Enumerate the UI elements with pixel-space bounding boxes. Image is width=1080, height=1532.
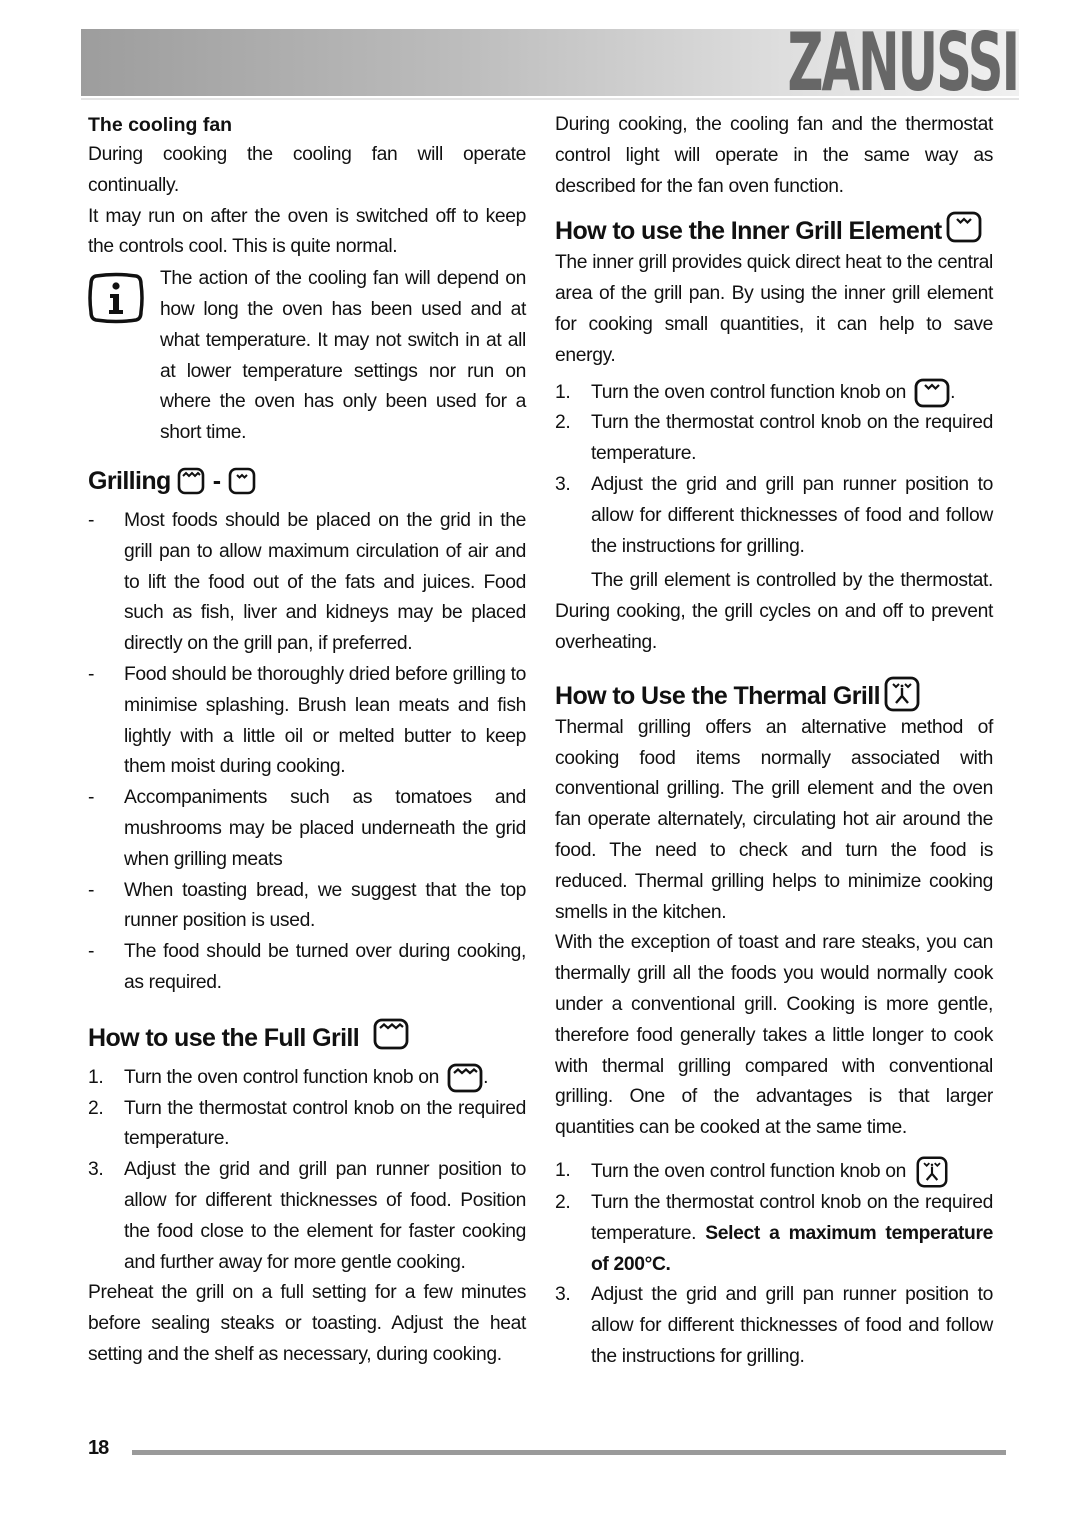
step-item: 2. Turn the thermostat control knob on th… xyxy=(555,412,993,465)
full-grill-title-text: How to use the Full Grill xyxy=(88,1023,360,1052)
step-item: 1. Turn the oven control function knob on… xyxy=(555,378,993,409)
inner-grill-title-text: How to use the Inner Grill Element xyxy=(555,217,942,246)
grilling-title-text: Grilling xyxy=(88,466,171,495)
inner-grill-icon xyxy=(228,467,256,495)
step-item: 3. Adjust the grid and grill pan runner p… xyxy=(555,1284,993,1367)
full-grill-steps: 1. Turn the oven control function knob on… xyxy=(88,1063,526,1279)
cooling-fan-paragraph: It may run on after the oven is switched… xyxy=(88,205,526,258)
list-item: - Accompaniments such as tomatoes and mus… xyxy=(88,787,526,870)
step-item: 3. Adjust the grid and grill pan runner p… xyxy=(88,1159,526,1273)
cooling-fan-section: The cooling fan During cooking the cooli… xyxy=(88,110,526,449)
inner-grill-title: How to use the Inner Grill Element xyxy=(555,211,993,248)
full-grill-icon xyxy=(373,1018,409,1050)
step-item: 2. Turn the thermostat control knob on th… xyxy=(555,1192,993,1275)
thermal-grill-steps: 1. Turn the oven control function knob on… xyxy=(555,1156,993,1373)
right-column: During cooking, the cooling fan and the … xyxy=(555,110,993,1373)
page-number: 18 xyxy=(88,1437,109,1459)
list-item: - Most foods should be placed on the grid… xyxy=(88,509,526,655)
thermal-grill-section: How to Use the Thermal Grill Thermal gri… xyxy=(555,676,993,1373)
thermal-grill-icon xyxy=(914,1156,950,1188)
grilling-title: Grilling - xyxy=(88,464,526,498)
inner-grill-note: The grill element is controlled by the t… xyxy=(555,570,993,654)
inner-grill-icon xyxy=(914,378,950,408)
thermal-grill-title-text: How to Use the Thermal Grill xyxy=(555,681,881,710)
full-grill-section: How to use the Full Grill 1. Turn the ove… xyxy=(88,1018,526,1371)
list-item: - The food should be turned over during c… xyxy=(88,941,526,993)
full-grill-icon xyxy=(177,467,205,495)
info-note: The action of the cooling fan will depen… xyxy=(88,264,526,449)
brand-logo: ZANUSSI xyxy=(787,16,1020,109)
list-item: - Food should be thoroughly dried before … xyxy=(88,663,526,778)
cooling-fan-paragraph: During cooking the cooling fan will oper… xyxy=(88,144,526,196)
thermal-grill-paragraph: With the exception of toast and rare ste… xyxy=(555,932,993,1139)
thermal-grill-icon xyxy=(884,676,920,712)
inner-grill-paragraph: The inner grill provides quick direct he… xyxy=(555,252,993,366)
inner-grill-icon xyxy=(946,211,982,243)
intro-paragraph: During cooking, the cooling fan and the … xyxy=(555,114,993,197)
inner-grill-steps: 1. Turn the oven control function knob on… xyxy=(555,378,993,563)
grilling-section: Grilling - - Most foods should be placed … xyxy=(88,464,526,999)
list-item: - When toasting bread, we suggest that th… xyxy=(88,879,526,932)
inner-grill-section: How to use the Inner Grill Element The i… xyxy=(555,211,993,658)
step-item: 2. Turn the thermostat control knob on th… xyxy=(88,1097,526,1150)
grilling-tips-list: - Most foods should be placed on the grid… xyxy=(88,506,526,999)
left-column: The cooling fan During cooking the cooli… xyxy=(88,110,526,1371)
info-icon xyxy=(88,264,160,449)
thermal-grill-paragraph: Thermal grilling offers an alternative m… xyxy=(555,716,993,923)
info-note-text: The action of the cooling fan will depen… xyxy=(160,268,526,444)
footer-rule xyxy=(132,1450,1006,1455)
grilling-separator: - xyxy=(212,466,221,495)
cooling-fan-title: The cooling fan xyxy=(88,114,233,136)
full-grill-note: Preheat the grill on a full setting for … xyxy=(88,1282,526,1365)
full-grill-title: How to use the Full Grill xyxy=(88,1018,526,1055)
full-grill-icon xyxy=(447,1063,483,1093)
thermal-grill-title: How to Use the Thermal Grill xyxy=(555,676,993,713)
step-item: 3. Adjust the grid and grill pan runner p… xyxy=(555,474,993,557)
step-item: 1. Turn the oven control function knob on… xyxy=(88,1063,526,1094)
step-item: 1. Turn the oven control function knob on xyxy=(555,1156,993,1188)
